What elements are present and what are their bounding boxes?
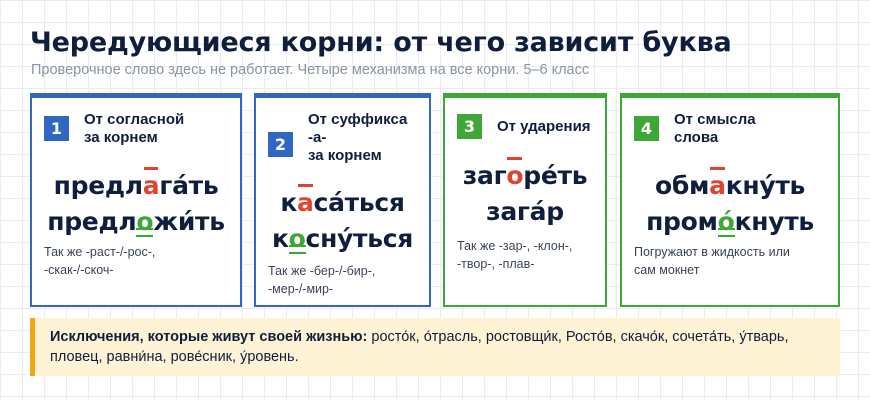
example-word: обмакну́ть <box>622 167 838 204</box>
example-word: предложи́ть <box>32 204 240 240</box>
example-word: загоре́ть <box>445 157 605 194</box>
card-meaning: 4 От смысла слова обмакну́ть промо́кнуть… <box>620 93 840 307</box>
page-subtitle: Проверочное слово здесь не работает. Чет… <box>31 62 590 78</box>
example-words: загоре́ть зага́р <box>445 157 605 230</box>
example-word: промо́кнуть <box>622 204 838 240</box>
vowel-a-highlight: а <box>297 184 314 221</box>
card-title: От согласной за корнем <box>84 111 185 146</box>
example-word: зага́р <box>486 197 564 226</box>
vowel-a-highlight: а <box>709 167 726 204</box>
card-title: От суффикса -а- за корнем <box>308 111 408 164</box>
page-title: Чередующиеся корни: от чего зависит букв… <box>30 27 732 58</box>
example-words: предлага́ть предложи́ть <box>32 167 240 240</box>
card-number-badge: 4 <box>634 116 659 141</box>
exceptions-callout: Исключения, которые живут своей жизнью: … <box>30 318 840 376</box>
vowel-o-highlight: о <box>506 157 524 194</box>
vowel-a-highlight: а <box>143 167 160 204</box>
example-word: каса́ться <box>256 184 429 221</box>
example-word: косну́ться <box>256 221 429 257</box>
exceptions-label: Исключения, которые живут своей жизнью: <box>50 329 368 345</box>
card-number-badge: 2 <box>268 132 293 157</box>
vowel-o-highlight: о <box>288 221 306 257</box>
card-number-badge: 3 <box>457 114 482 139</box>
card-consonant: 1 От согласной за корнем предлага́ть пре… <box>30 93 242 307</box>
card-number-badge: 1 <box>44 116 69 141</box>
example-words: обмакну́ть промо́кнуть <box>622 167 838 240</box>
vowel-o-highlight: о́ <box>717 204 735 240</box>
example-word: предлага́ть <box>32 167 240 204</box>
card-note: Так же -бер-/-бир-, -мер-/-мир- <box>268 264 376 296</box>
card-title: От ударения <box>497 118 591 135</box>
card-note: Так же -зар-, -клон-, -твор-, -плав- <box>457 239 573 271</box>
card-note: Погружают в жидкость или сам мокнет <box>634 245 790 277</box>
card-note: Так же -раст-/-рос-, -скак-/-скоч- <box>44 245 156 277</box>
card-title: От смысла слова <box>674 111 756 146</box>
card-stress: 3 От ударения загоре́ть зага́р Так же -з… <box>443 93 607 307</box>
card-suffix: 2 От суффикса -а- за корнем каса́ться ко… <box>254 93 431 307</box>
example-words: каса́ться косну́ться <box>256 184 429 257</box>
vowel-o-highlight: о <box>136 204 154 240</box>
